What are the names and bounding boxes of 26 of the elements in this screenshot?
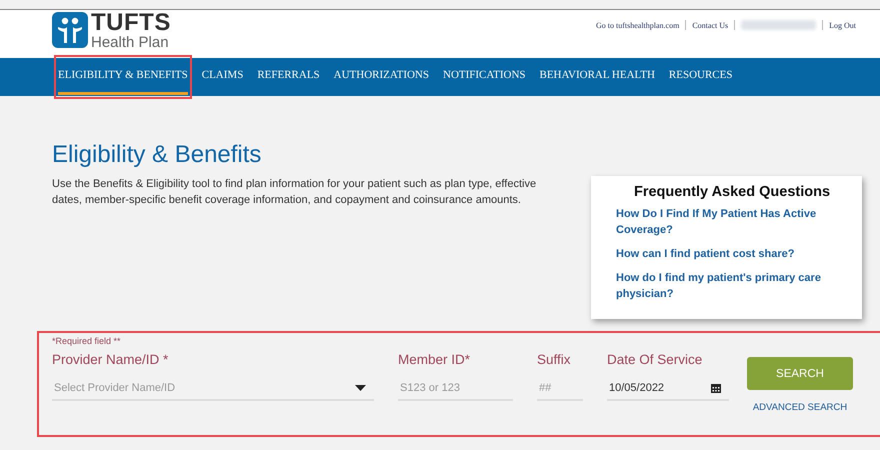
logo-subtitle: Health Plan [91,34,170,50]
nav-tab[interactable]: REFERRALS [257,59,320,95]
nav-tab[interactable]: CLAIMS [202,59,244,95]
field-label: Member ID* [398,352,472,367]
field-label: Suffix [537,352,572,367]
nav-tab[interactable]: BEHAVIORAL HEALTH [540,59,655,95]
required-note: *Required field ** [52,336,122,346]
advanced-search-link[interactable]: ADVANCED SEARCH [752,402,848,413]
date-field[interactable]: 10/05/2022 [607,377,729,401]
page-description: Use the Benefits & Eligibility tool to find plan information for your patient such as plan type, effective dates, member-specific benefit coverage information, and copayment and coinsurance amounts. [52,177,538,208]
input-field[interactable]: S123 or 123 [398,377,513,401]
field-label: Date Of Service [607,352,704,367]
faq-link[interactable]: How Do I Find If My Patient Has Active Coverage? [616,206,848,238]
header-link[interactable]: Contact Us [686,20,734,30]
faq-link[interactable]: How can I find patient cost share? [616,246,848,262]
input-field[interactable]: ## [537,377,583,401]
page-title: Eligibility & Benefits [52,141,262,169]
logo-name: TUFTS [91,10,171,34]
faq-link[interactable]: How do I find my patient's primary care physician? [616,270,848,302]
header-link[interactable]: Log Out [823,20,862,30]
nav-tab[interactable]: AUTHORIZATIONS [334,59,429,95]
field-label: Provider Name/ID * [52,352,170,367]
nav-tab[interactable]: RESOURCES [668,59,732,95]
faq-title: Frequently Asked Questions [632,184,832,200]
nav-tab[interactable]: NOTIFICATIONS [443,59,526,95]
header-link[interactable]: Go to tuftshealthplan.com [590,20,686,30]
